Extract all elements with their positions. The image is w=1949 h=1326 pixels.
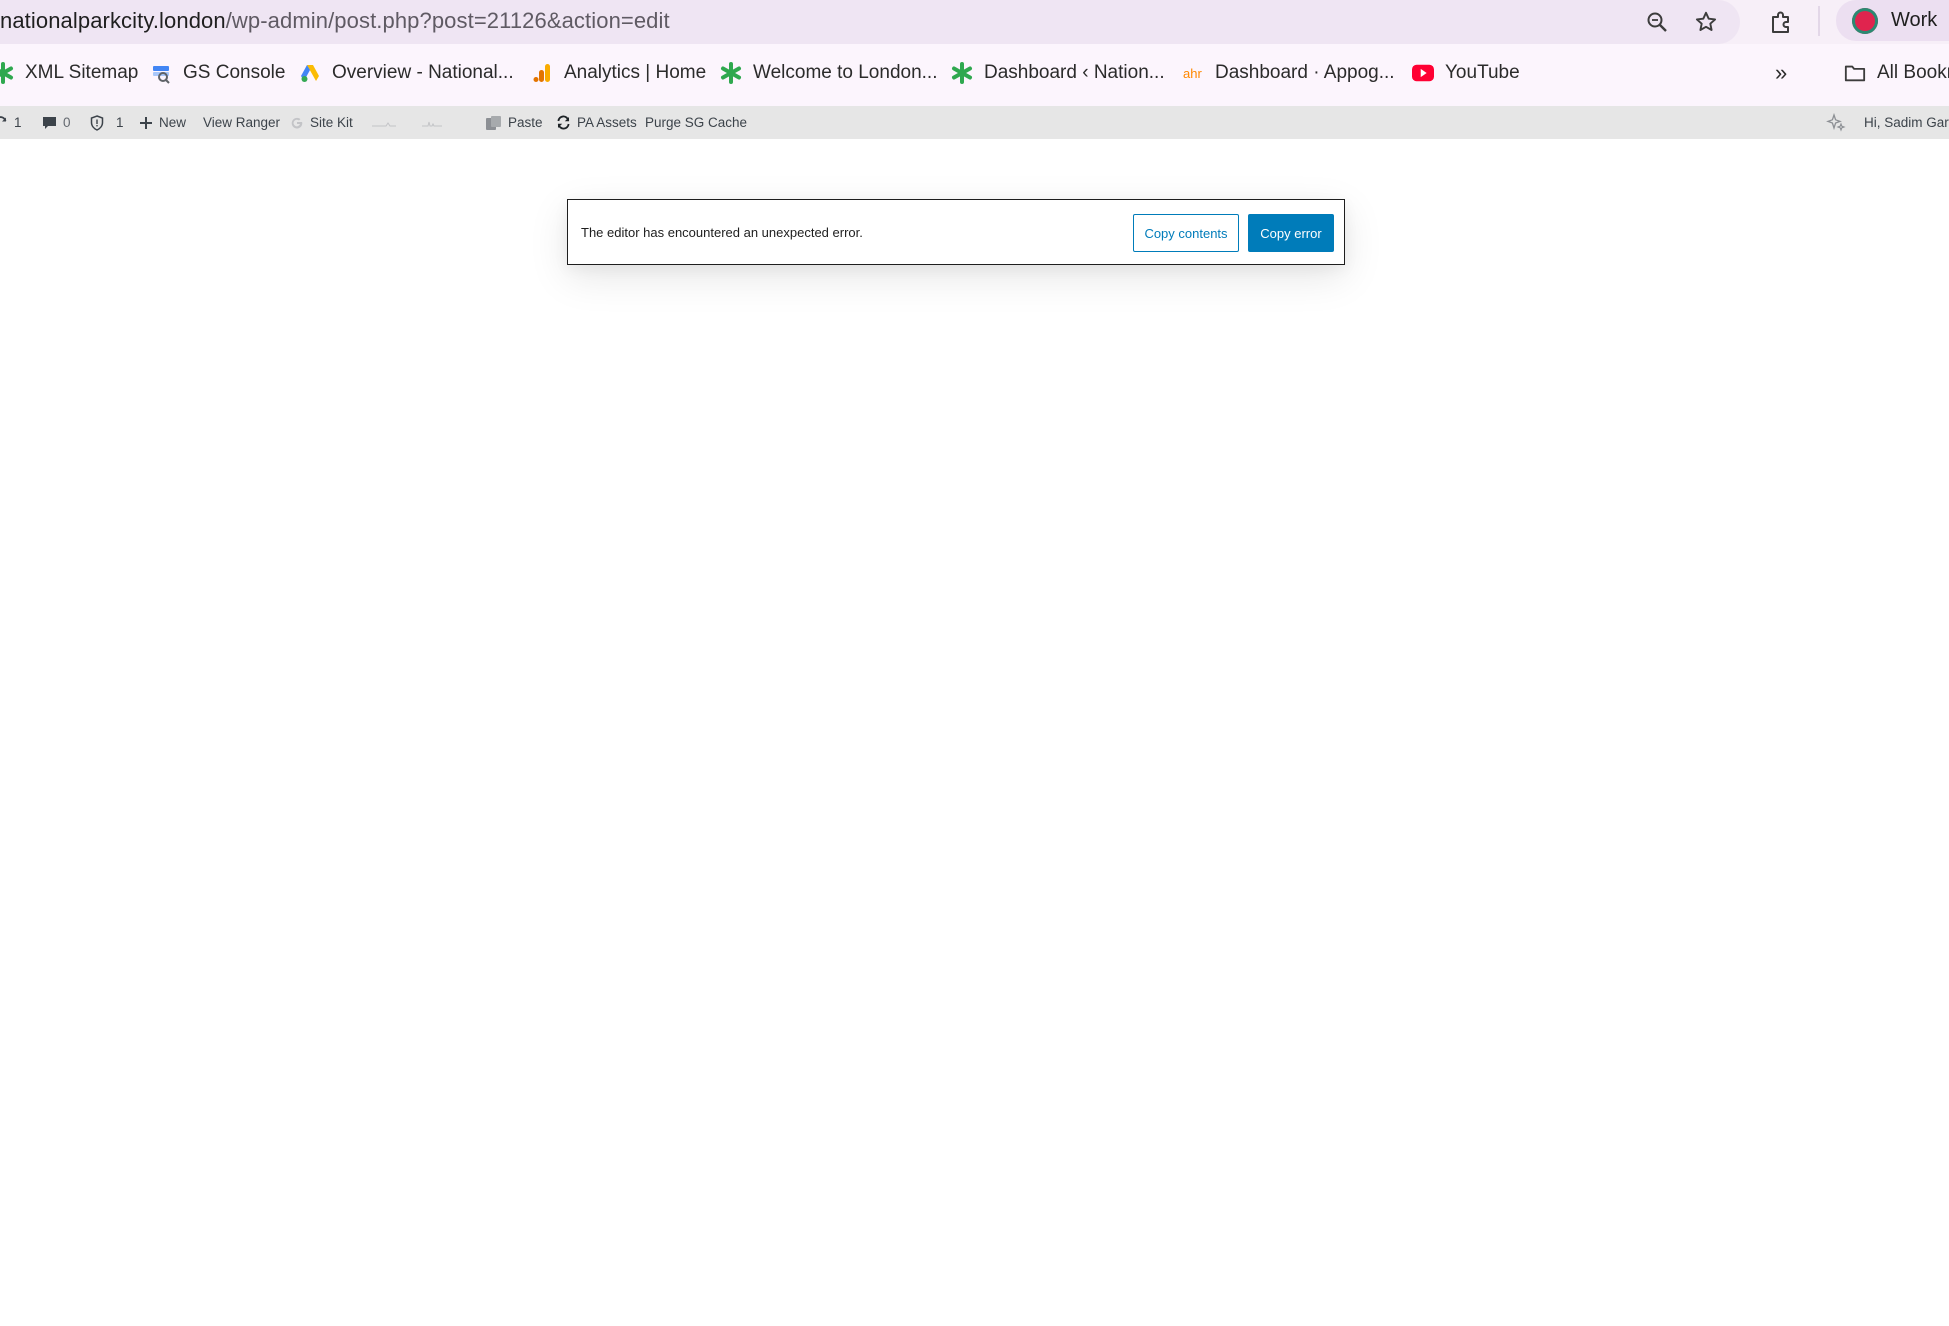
toolbar-divider <box>1818 6 1820 36</box>
refresh-icon <box>556 115 571 130</box>
comments-count: 0 <box>63 115 71 130</box>
profile-label: Work <box>1891 9 1938 31</box>
error-message: The editor has encountered an unexpected… <box>581 225 863 240</box>
zoom-icon[interactable] <box>1642 7 1672 37</box>
extensions-icon[interactable] <box>1766 7 1796 37</box>
bookmark-label: Overview - National... <box>332 62 514 83</box>
site-kit-label: Site Kit <box>310 115 353 130</box>
bookmarks-bar: XML Sitemap GS Console Overview - Nation… <box>0 44 1949 106</box>
admin-bar-ai-assistant[interactable] <box>1826 106 1852 139</box>
bookmark-overview[interactable]: Overview - National... <box>299 58 514 88</box>
pa-assets-label: PA Assets <box>577 115 637 130</box>
admin-bar-comments[interactable]: 0 <box>42 106 71 139</box>
profile-avatar-icon <box>1852 8 1878 34</box>
paste-icon <box>484 115 502 131</box>
bookmark-label: XML Sitemap <box>25 62 139 83</box>
green-asterisk-icon <box>951 62 973 84</box>
updates-count: 1 <box>14 115 22 130</box>
bookmark-gs-console[interactable]: GS Console <box>150 58 285 88</box>
folder-icon <box>1844 62 1866 84</box>
profile-button[interactable]: Work <box>1836 0 1949 41</box>
bookmarks-overflow-button[interactable]: » <box>1775 58 1787 88</box>
wp-admin-bar: 1 0 1 New View Ranger Site Kit Paste PA … <box>0 106 1949 139</box>
admin-bar-sparkline[interactable] <box>372 106 452 139</box>
admin-bar-purge-cache[interactable]: Purge SG Cache <box>645 106 747 139</box>
plus-icon <box>139 116 153 130</box>
ahrefs-icon: ahr <box>1182 62 1204 84</box>
url-text[interactable]: nationalparkcity.london/wp-admin/post.ph… <box>0 8 670 34</box>
green-asterisk-icon <box>0 62 14 84</box>
account-greeting: Hi, Sadim Garv <box>1864 115 1949 130</box>
copy-error-button[interactable]: Copy error <box>1248 214 1334 252</box>
editor-error-notice: The editor has encountered an unexpected… <box>567 199 1345 265</box>
bookmark-youtube[interactable]: YouTube <box>1412 58 1520 88</box>
bookmark-dashboard-appog[interactable]: ahr Dashboard · Appog... <box>1182 58 1395 88</box>
bookmark-star-icon[interactable] <box>1691 7 1721 37</box>
view-ranger-label: View Ranger <box>203 115 281 130</box>
security-count: 1 <box>116 115 124 130</box>
search-console-icon <box>150 62 172 84</box>
google-g-icon <box>290 116 304 130</box>
youtube-icon <box>1412 62 1434 84</box>
admin-bar-view-ranger[interactable]: View Ranger <box>203 106 280 139</box>
admin-bar-my-account[interactable]: Hi, Sadim Garv <box>1864 106 1949 139</box>
url-path: /wp-admin/post.php?post=21126&action=edi… <box>225 8 670 33</box>
bookmark-label: Dashboard ‹ Nation... <box>984 62 1165 83</box>
bookmark-label: Welcome to London... <box>753 62 938 83</box>
refresh-icon <box>0 115 8 130</box>
admin-bar-updates[interactable]: 1 <box>0 106 22 139</box>
bookmark-xml-sitemap[interactable]: XML Sitemap <box>0 58 138 88</box>
new-label: New <box>159 115 187 130</box>
shield-icon <box>90 114 104 131</box>
admin-bar-new[interactable]: New <box>139 106 186 139</box>
bookmark-label: YouTube <box>1445 62 1520 83</box>
browser-toolbar: nationalparkcity.london/wp-admin/post.ph… <box>0 0 1949 44</box>
google-ads-icon <box>299 62 321 84</box>
bookmark-dashboard-nation[interactable]: Dashboard ‹ Nation... <box>951 58 1165 88</box>
admin-bar-paste[interactable]: Paste <box>484 106 543 139</box>
analytics-icon <box>531 62 553 84</box>
copy-contents-button[interactable]: Copy contents <box>1133 214 1239 252</box>
url-host: nationalparkcity.london <box>0 8 226 33</box>
bookmark-label: Analytics | Home <box>564 62 707 83</box>
purge-cache-label: Purge SG Cache <box>645 115 748 130</box>
all-bookmarks-button[interactable]: All Bookm <box>1844 58 1949 88</box>
sparkline-icon <box>372 114 452 131</box>
comment-icon <box>42 116 57 130</box>
address-bar[interactable]: nationalparkcity.london/wp-admin/post.ph… <box>0 0 1740 44</box>
green-asterisk-icon <box>720 62 742 84</box>
admin-bar-pa-assets[interactable]: PA Assets <box>556 106 637 139</box>
bookmark-welcome-london[interactable]: Welcome to London... <box>720 58 937 88</box>
bookmark-label: GS Console <box>183 62 286 83</box>
bookmark-analytics[interactable]: Analytics | Home <box>531 58 706 88</box>
chevron-double-right-icon: » <box>1775 60 1788 85</box>
admin-bar-security[interactable]: 1 <box>90 106 124 139</box>
svg-text:ahr: ahr <box>1183 66 1202 81</box>
bookmark-label: Dashboard · Appog... <box>1215 62 1395 83</box>
sparkle-icon <box>1826 112 1846 133</box>
admin-bar-site-kit[interactable]: Site Kit <box>290 106 353 139</box>
paste-label: Paste <box>508 115 543 130</box>
all-bookmarks-label: All Bookm <box>1877 62 1949 83</box>
